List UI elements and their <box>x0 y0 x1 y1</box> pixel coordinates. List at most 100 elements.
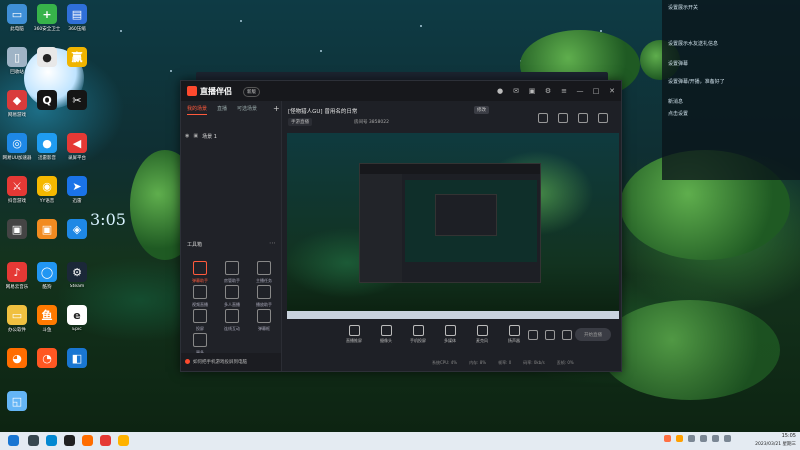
search-icon[interactable] <box>28 435 39 446</box>
tray-app-icon[interactable] <box>664 435 671 442</box>
version-badge[interactable]: 新版 <box>243 87 260 97</box>
desktop-icon[interactable]: ⚙ Steam <box>62 262 92 289</box>
desktop-icon[interactable]: ▤ 360压缩 <box>62 4 92 32</box>
desktop-icon[interactable]: ● <box>32 47 62 69</box>
network-icon[interactable] <box>688 435 695 442</box>
desktop-icon[interactable]: ◉ YY语音 <box>32 176 62 204</box>
explorer-icon[interactable] <box>118 435 129 446</box>
scene-item[interactable]: ◉ ▣ 场景 1 <box>185 131 277 141</box>
minimize-icon[interactable]: — <box>575 86 585 96</box>
notify-row[interactable]: 设置展示开关 <box>668 4 698 11</box>
desktop-icon[interactable]: ➤ 迅雷 <box>62 176 92 204</box>
share-icon[interactable] <box>538 113 548 123</box>
hint-bar[interactable]: 如何把手机游戏投屏到电脑 <box>181 353 281 371</box>
tool-item[interactable]: 连线互动 <box>217 309 247 332</box>
qq-icon[interactable] <box>64 435 75 446</box>
tab-live[interactable]: 直播 <box>217 105 227 115</box>
desktop-icon[interactable]: ◕ <box>2 348 32 370</box>
start-live-button[interactable]: 开始直播 <box>575 328 611 341</box>
input-method-icon[interactable] <box>724 435 731 442</box>
desktop-icon[interactable]: ♪ 网易云音乐 <box>2 262 32 290</box>
source-control[interactable]: 多媒体 <box>438 325 462 344</box>
desktop-icon[interactable]: ◔ <box>32 348 62 370</box>
scene-tabs: 我的场景 直播 可选场景 <box>187 105 257 115</box>
desktop-icon[interactable]: ▯ 回收站 <box>2 47 32 75</box>
notify-row[interactable]: 新消息 <box>668 98 683 105</box>
desktop-icon[interactable]: ◎ 网易UU加速器 <box>2 133 32 161</box>
source-control-label: 摄像头 <box>380 338 392 343</box>
source-control[interactable]: 麦克风 <box>470 325 494 344</box>
desktop-icon-label: 办公软件 <box>8 328 26 333</box>
tool-label: 主播任务 <box>256 278 272 283</box>
link-icon[interactable] <box>545 330 555 340</box>
desktop-icon[interactable]: Q <box>32 90 62 112</box>
message-icon[interactable]: ✉ <box>511 86 521 96</box>
app-icon[interactable] <box>82 435 93 446</box>
lock-icon[interactable]: ▣ <box>193 133 198 139</box>
desktop-icon[interactable]: 赢 <box>62 47 92 69</box>
app-icon: ▭ <box>7 4 27 24</box>
tool-item[interactable]: 投屏 <box>185 309 215 332</box>
battery-icon[interactable] <box>712 435 719 442</box>
notify-row[interactable]: 点击设置 <box>668 110 688 117</box>
gift-icon[interactable]: ▣ <box>527 86 537 96</box>
notice-icon[interactable] <box>578 113 588 123</box>
tool-item[interactable]: 主播任务 <box>249 261 279 284</box>
source-control[interactable]: 手机投屏 <box>406 325 430 344</box>
source-control-label: 直播推屏 <box>346 338 362 343</box>
layout-icon[interactable] <box>598 113 608 123</box>
maximize-icon[interactable]: □ <box>591 86 601 96</box>
notify-row[interactable]: 设置弹幕/开播，准备好了 <box>668 78 725 85</box>
desktop-icon[interactable]: ▣ <box>32 219 62 241</box>
source-control[interactable]: 扬声器 <box>502 325 526 344</box>
desktop-icon[interactable]: ◧ <box>62 348 92 370</box>
start-icon[interactable] <box>8 435 19 446</box>
tool-item[interactable]: 弹幕框 <box>249 309 279 332</box>
desktop-icon[interactable]: ◯ 酷狗 <box>32 262 62 290</box>
source-control[interactable]: 直播推屏 <box>342 325 366 344</box>
desktop-icon[interactable]: ● 迅雷影音 <box>32 133 62 161</box>
desktop-icon[interactable]: ◈ <box>62 219 92 241</box>
desktop-icon[interactable]: ◆ 网易游戏 <box>2 90 32 118</box>
tool-item[interactable]: 房管助手 <box>217 261 247 284</box>
menu-icon[interactable]: ≡ <box>559 86 569 96</box>
live-companion-taskbar-icon[interactable] <box>100 435 111 446</box>
live-preview[interactable] <box>287 133 619 319</box>
notify-row[interactable]: 设置弹幕 <box>668 60 688 67</box>
tab-my-scene[interactable]: 我的场景 <box>187 105 208 115</box>
desktop-icon[interactable]: ▭ 办公软件 <box>2 305 32 333</box>
desktop-icon[interactable]: ◱ <box>2 391 32 413</box>
title-bar[interactable]: 直播伴侣 新版 ● ✉ ▣ ⚙ ≡ — □ ✕ <box>181 81 621 101</box>
volume-icon[interactable] <box>700 435 707 442</box>
record-icon[interactable] <box>558 113 568 123</box>
avatar-icon[interactable]: ● <box>495 86 505 96</box>
edit-title-button[interactable]: 修改 <box>474 106 489 114</box>
visibility-icon[interactable]: ◉ <box>185 133 189 139</box>
clock-date[interactable]: 2023/03/21 星期三 <box>750 441 796 447</box>
toolbox-more-icon[interactable]: ⋯ <box>269 239 276 247</box>
close-icon[interactable]: ✕ <box>607 86 617 96</box>
category-badge[interactable]: 手游直播 <box>288 118 312 126</box>
source-control[interactable]: 摄像头 <box>374 325 398 344</box>
desktop-icon[interactable]: 鱼斗鱼 <box>32 305 62 333</box>
desktop-icon[interactable]: ✂ <box>62 90 92 112</box>
add-scene-icon[interactable]: + <box>273 104 280 113</box>
tool-item[interactable]: 视频直播 <box>185 285 215 308</box>
tab-optional-scene[interactable]: 可选场景 <box>237 105 257 115</box>
browser-icon[interactable] <box>46 435 57 446</box>
settings-gear-icon[interactable] <box>562 330 572 340</box>
desktop-icon[interactable]: e Epic <box>62 305 92 332</box>
clock-time[interactable]: 15:05 <box>770 433 796 439</box>
desktop-icon[interactable]: ◀ 录屏平台 <box>62 133 92 161</box>
tool-item[interactable]: 播放助手 <box>249 285 279 308</box>
tray-app-icon[interactable] <box>676 435 683 442</box>
notify-row[interactable]: 设置展示水友送礼信息 <box>668 40 718 47</box>
desktop-icon[interactable]: ▭ 此电脑 <box>2 4 32 32</box>
tool-item[interactable]: 弹幕助手 <box>185 261 215 284</box>
desktop-icon[interactable]: +360安全卫士 <box>32 4 62 32</box>
settings-icon[interactable]: ⚙ <box>543 86 553 96</box>
desktop-icon[interactable]: ▣ <box>2 219 32 241</box>
desktop-icon[interactable]: ⚔ 抖音游戏 <box>2 176 32 204</box>
camera-icon[interactable] <box>528 330 538 340</box>
tool-item[interactable]: 多人直播 <box>217 285 247 308</box>
